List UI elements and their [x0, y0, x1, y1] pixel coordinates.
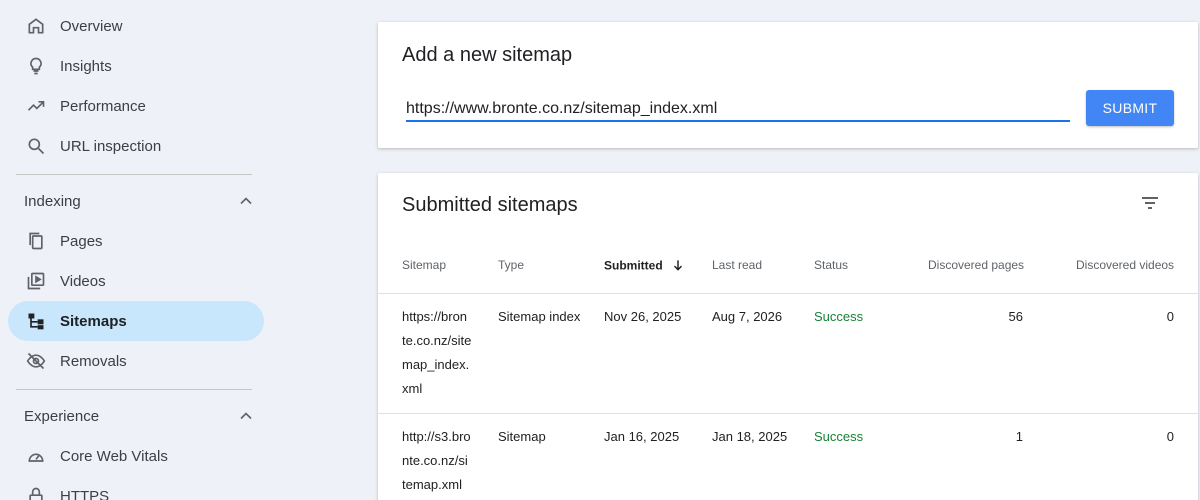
column-header-submitted[interactable]: Submitted: [604, 258, 685, 275]
sidebar-item-insights[interactable]: Insights: [8, 46, 264, 86]
status-cell: Success: [814, 429, 864, 444]
sidebar-item-label: Removals: [60, 352, 127, 370]
sidebar-item-label: HTTPS: [60, 487, 110, 500]
column-header-last-read[interactable]: Last read: [712, 258, 762, 272]
sitemap-url-line: http://s3.bro: [402, 429, 471, 444]
pages-icon: [24, 229, 48, 253]
sitemap-icon: [24, 309, 48, 333]
column-header-discovered-videos[interactable]: Discovered videos: [1076, 258, 1174, 272]
section-header-experience[interactable]: Experience: [8, 396, 264, 436]
sidebar-item-label: Videos: [60, 272, 106, 290]
sidebar-item-core-web-vitals[interactable]: Core Web Vitals: [8, 436, 264, 476]
section-header-indexing[interactable]: Indexing: [8, 181, 264, 221]
sidebar-item-label: Sitemaps: [60, 312, 127, 330]
sitemap-url-line: nte.co.nz/si: [402, 453, 468, 468]
sidebar-item-pages[interactable]: Pages: [8, 221, 264, 261]
row-divider: [378, 293, 1198, 294]
submit-button[interactable]: SUBMIT: [1086, 90, 1174, 126]
sidebar-item-sitemaps[interactable]: Sitemaps: [8, 301, 264, 341]
sidebar-item-label: Core Web Vitals: [60, 447, 168, 465]
column-header-discovered-pages[interactable]: Discovered pages: [928, 258, 1024, 272]
sidebar: Overview Insights Performance URL inspec…: [0, 0, 280, 500]
type-cell: Sitemap index: [498, 309, 581, 324]
sidebar-divider: [16, 389, 252, 390]
lock-icon: [24, 484, 48, 500]
column-header-type[interactable]: Type: [498, 258, 524, 272]
sidebar-item-label: URL inspection: [60, 137, 162, 155]
sitemap-url-line: https://bron: [402, 309, 468, 324]
sitemap-url-line: te.co.nz/site: [402, 333, 472, 348]
eye-off-icon: [24, 349, 48, 373]
column-header-sitemap[interactable]: Sitemap: [402, 258, 446, 272]
discovered-pages-cell: 1: [1015, 429, 1023, 444]
submitted-cell: Nov 26, 2025: [604, 309, 682, 324]
chevron-up-icon: [240, 412, 252, 420]
discovered-pages-cell: 56: [1008, 309, 1023, 324]
type-cell: Sitemap: [498, 429, 546, 444]
filter-icon[interactable]: [1138, 191, 1162, 215]
sitemap-url-line: xml: [402, 381, 423, 396]
search-icon: [24, 134, 48, 158]
sitemap-url-line: map_index.: [402, 357, 470, 372]
section-header-label: Indexing: [24, 192, 81, 210]
column-header-status[interactable]: Status: [814, 258, 848, 272]
speed-icon: [24, 444, 48, 468]
sitemap-url-line: temap.xml: [402, 477, 462, 492]
sidebar-item-label: Overview: [60, 17, 123, 35]
sidebar-item-https[interactable]: HTTPS: [8, 476, 264, 500]
video-icon: [24, 269, 48, 293]
sidebar-divider: [16, 174, 252, 175]
submitted-sitemaps-title: Submitted sitemaps: [402, 194, 578, 216]
add-sitemap-card: Add a new sitemap SUBMIT: [378, 22, 1198, 148]
sidebar-item-url-inspection[interactable]: URL inspection: [8, 126, 264, 166]
section-header-label: Experience: [24, 407, 100, 425]
chevron-up-icon: [240, 197, 252, 205]
sidebar-item-removals[interactable]: Removals: [8, 341, 264, 381]
sidebar-item-label: Insights: [60, 57, 112, 75]
discovered-videos-cell: 0: [1166, 429, 1174, 444]
sitemap-url-cell[interactable]: http://s3.bro nte.co.nz/si temap.xml: [402, 425, 482, 497]
home-icon: [24, 14, 48, 38]
row-divider: [378, 413, 1198, 414]
discovered-videos-cell: 0: [1166, 309, 1174, 324]
sidebar-item-label: Pages: [60, 232, 103, 250]
column-header-label: Submitted: [604, 258, 663, 273]
last-read-cell: Jan 18, 2025: [712, 429, 788, 444]
last-read-cell: Aug 7, 2026: [712, 309, 783, 324]
sidebar-item-label: Performance: [60, 97, 146, 115]
sidebar-item-videos[interactable]: Videos: [8, 261, 264, 301]
sitemap-url-cell[interactable]: https://bron te.co.nz/site map_index. xm…: [402, 305, 482, 401]
sidebar-item-overview[interactable]: Overview: [8, 6, 264, 46]
add-sitemap-title: Add a new sitemap: [402, 44, 573, 66]
sidebar-item-performance[interactable]: Performance: [8, 86, 264, 126]
submitted-cell: Jan 16, 2025: [604, 429, 680, 444]
lightbulb-icon: [24, 54, 48, 78]
sitemap-url-input[interactable]: [406, 98, 1070, 122]
arrow-down-icon: [671, 258, 685, 275]
submitted-sitemaps-card: Submitted sitemaps Sitemap Type Submitte…: [378, 173, 1198, 500]
status-cell: Success: [814, 309, 864, 324]
trending-up-icon: [24, 94, 48, 118]
